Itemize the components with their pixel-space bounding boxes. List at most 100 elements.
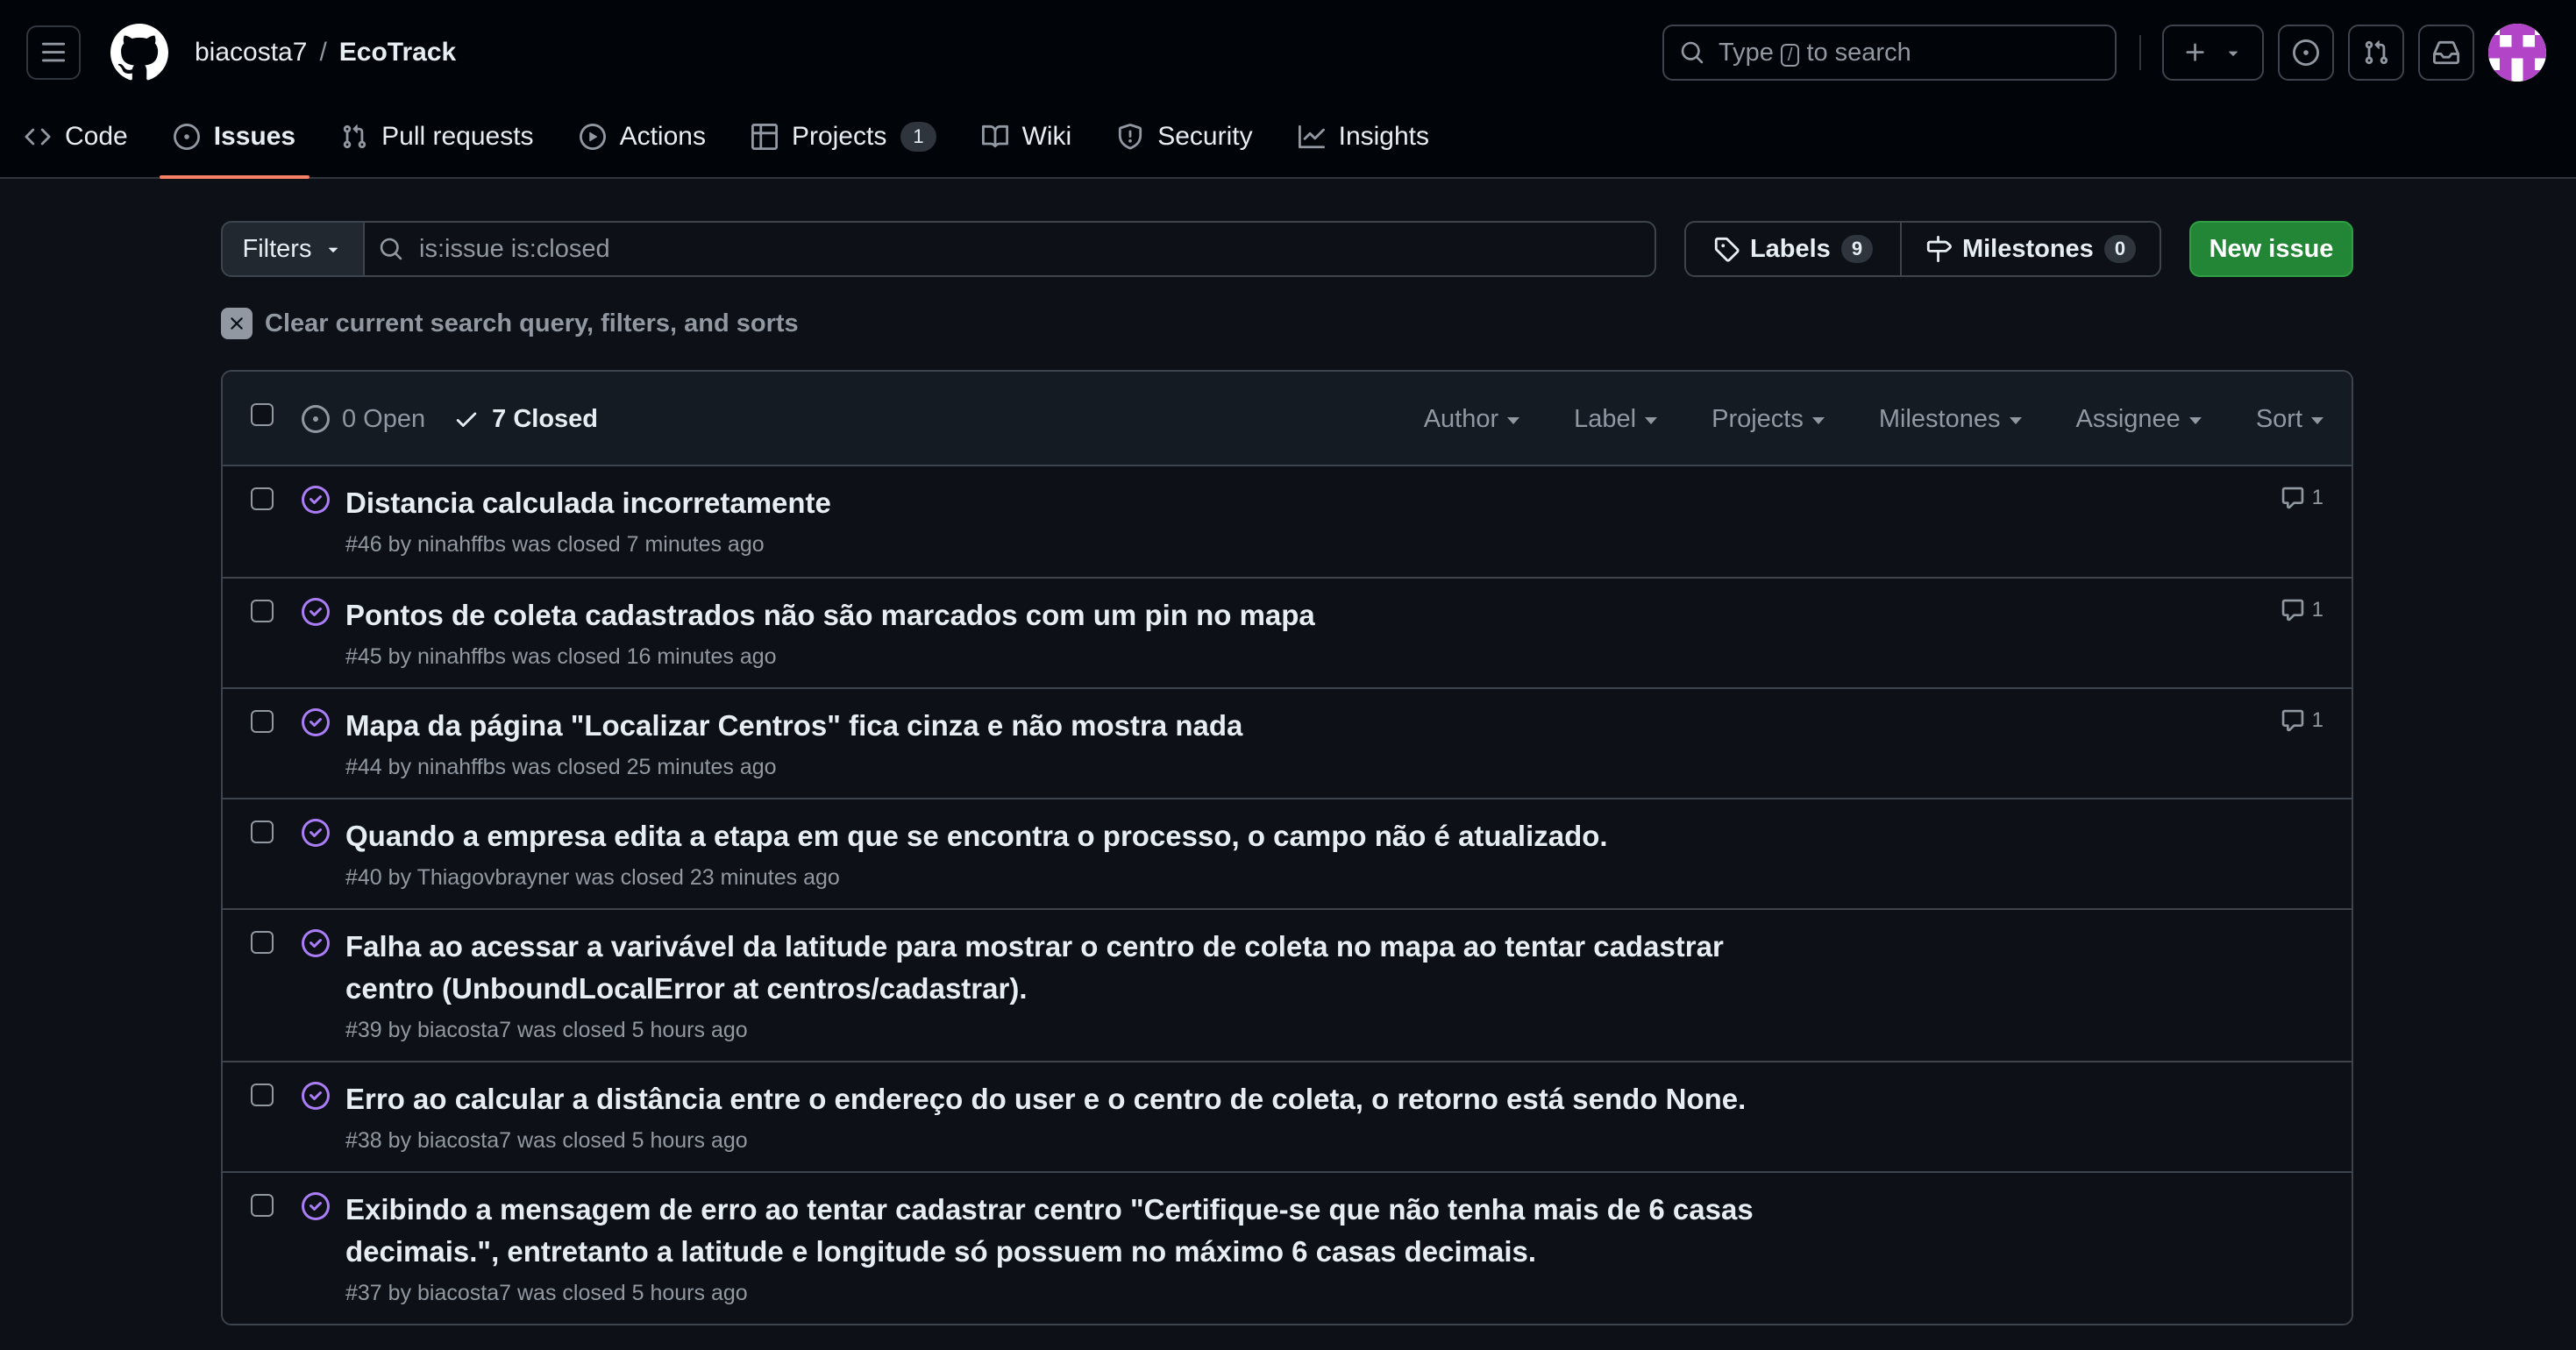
- search-icon: [1681, 41, 1704, 64]
- list-filters: Author Label Projects Milestones Assigne…: [1424, 400, 2323, 438]
- issue-checkbox[interactable]: [251, 1194, 274, 1217]
- issues-search-input[interactable]: is:issue is:closed: [365, 221, 1656, 277]
- tab-insights[interactable]: Insights: [1284, 112, 1443, 161]
- pull-requests-shortcut-button[interactable]: [2348, 25, 2404, 81]
- hamburger-icon: [41, 42, 66, 62]
- tab-security[interactable]: Security: [1103, 112, 1266, 161]
- git-pull-request-icon: [2365, 40, 2388, 65]
- projects-filter-dropdown[interactable]: Projects: [1711, 405, 1825, 434]
- tab-label: Wiki: [1021, 122, 1072, 151]
- tab-issues[interactable]: Issues: [159, 112, 310, 179]
- github-logo-icon[interactable]: [110, 24, 168, 82]
- sort-dropdown[interactable]: Sort: [2256, 405, 2323, 434]
- issues-shortcut-button[interactable]: [2278, 25, 2334, 81]
- search-shortcut-key: /: [1780, 43, 1800, 67]
- issue-author-link[interactable]: biacosta7: [417, 1128, 511, 1153]
- tab-actions[interactable]: Actions: [566, 112, 720, 161]
- tab-wiki[interactable]: Wiki: [968, 112, 1086, 161]
- book-icon: [981, 124, 1008, 148]
- issue-title-link[interactable]: Pontos de coleta cadastrados não são mar…: [345, 594, 1783, 636]
- global-search-input[interactable]: Type / to search: [1662, 25, 2117, 81]
- issue-title-link[interactable]: Falha ao acessar a varivável da latitude…: [345, 926, 1783, 1010]
- issue-closed-icon: [302, 598, 330, 626]
- issue-number: #38: [345, 1128, 382, 1153]
- tab-label: Actions: [619, 122, 706, 151]
- assignee-filter-dropdown[interactable]: Assignee: [2076, 405, 2202, 434]
- caret-down-icon: [2009, 417, 2022, 424]
- issue-author-link[interactable]: Thiagovbrayner: [417, 865, 570, 890]
- labels-count-badge: 9: [1840, 235, 1874, 263]
- issue-row: Exibindo a mensagem de erro ao tentar ca…: [223, 1171, 2352, 1324]
- issue-closed-icon: [302, 929, 330, 957]
- comment-count: 1: [2311, 708, 2323, 732]
- issue-meta: #45 by ninahffbs was closed 16 minutes a…: [345, 644, 777, 669]
- filters-label: Filters: [242, 234, 312, 263]
- comment-count: 1: [2311, 486, 2323, 509]
- issue-title-link[interactable]: Mapa da página "Localizar Centros" fica …: [345, 705, 1783, 747]
- issue-title-link[interactable]: Exibindo a mensagem de erro ao tentar ca…: [345, 1189, 1783, 1273]
- issue-author-link[interactable]: biacosta7: [417, 1018, 511, 1042]
- issue-comments-link[interactable]: 1: [2281, 486, 2323, 510]
- filters-dropdown-button[interactable]: Filters: [221, 221, 365, 277]
- issue-meta: #37 by biacosta7 was closed 5 hours ago: [345, 1281, 748, 1305]
- issue-checkbox[interactable]: [251, 487, 274, 510]
- labels-button[interactable]: Labels 9: [1686, 223, 1900, 275]
- code-icon: [25, 128, 51, 146]
- repo-owner-link[interactable]: biacosta7: [195, 38, 307, 68]
- open-issues-link[interactable]: 0 Open: [302, 405, 425, 434]
- issue-title-link[interactable]: Distancia calculada incorretamente: [345, 482, 1783, 524]
- issue-author-link[interactable]: biacosta7: [417, 1281, 511, 1305]
- tab-pull-requests[interactable]: Pull requests: [327, 112, 547, 161]
- issue-number: #39: [345, 1018, 382, 1042]
- issue-closed-icon: [302, 486, 330, 514]
- milestone-icon: [1926, 236, 1952, 262]
- create-new-button[interactable]: [2162, 25, 2264, 81]
- issue-checkbox[interactable]: [251, 600, 274, 622]
- tab-projects[interactable]: Projects 1: [737, 112, 950, 161]
- issue-checkbox[interactable]: [251, 1084, 274, 1106]
- tab-label: Security: [1157, 122, 1253, 151]
- milestones-filter-dropdown[interactable]: Milestones: [1879, 405, 2022, 434]
- issue-row: Pontos de coleta cadastrados não são mar…: [223, 577, 2352, 687]
- issue-closed-time: was closed 5 hours ago: [517, 1018, 748, 1042]
- issue-checkbox[interactable]: [251, 931, 274, 954]
- state-toggle: 0 Open 7 Closed: [302, 400, 598, 438]
- issue-meta: #38 by biacosta7 was closed 5 hours ago: [345, 1128, 748, 1153]
- repo-nav: Code Issues Pull requests Actions Projec…: [0, 112, 1450, 179]
- issue-meta: #46 by ninahffbs was closed 7 minutes ag…: [345, 532, 765, 557]
- repo-name-link[interactable]: EcoTrack: [339, 38, 456, 68]
- select-all-checkbox[interactable]: [251, 403, 274, 426]
- menu-button[interactable]: [26, 25, 81, 80]
- labels-milestones-group: Labels 9 Milestones 0: [1684, 221, 2161, 277]
- issue-opened-icon: [173, 124, 200, 150]
- issue-title-link[interactable]: Erro ao calcular a distância entre o end…: [345, 1078, 1783, 1120]
- issue-meta: #39 by biacosta7 was closed 5 hours ago: [345, 1018, 748, 1042]
- clear-filters-link[interactable]: Clear current search query, filters, and…: [221, 307, 799, 340]
- closed-issues-link[interactable]: 7 Closed: [453, 405, 598, 434]
- open-count-label: 0 Open: [342, 404, 426, 433]
- tab-code[interactable]: Code: [11, 112, 142, 161]
- tab-label: Issues: [213, 122, 296, 151]
- new-issue-button[interactable]: New issue: [2189, 221, 2353, 277]
- issue-title-link[interactable]: Quando a empresa edita a etapa em que se…: [345, 815, 1783, 857]
- breadcrumb-separator: /: [319, 38, 327, 67]
- comment-count: 1: [2311, 598, 2323, 622]
- issue-closed-time: was closed 5 hours ago: [517, 1128, 748, 1153]
- author-filter-dropdown[interactable]: Author: [1424, 405, 1520, 434]
- issue-row: Falha ao acessar a varivável da latitude…: [223, 908, 2352, 1061]
- issue-author-link[interactable]: ninahffbs: [417, 532, 506, 557]
- milestones-button[interactable]: Milestones 0: [1900, 223, 2160, 275]
- closed-count-label: 7 Closed: [492, 404, 599, 433]
- filter-bar: Filters is:issue is:closed: [221, 221, 1656, 277]
- inbox-button[interactable]: [2418, 25, 2474, 81]
- issue-checkbox[interactable]: [251, 710, 274, 733]
- label-filter-dropdown[interactable]: Label: [1574, 405, 1658, 434]
- issue-author-link[interactable]: ninahffbs: [417, 644, 506, 669]
- issue-number: #40: [345, 865, 382, 890]
- issue-comments-link[interactable]: 1: [2281, 598, 2323, 622]
- avatar[interactable]: [2488, 24, 2546, 82]
- issue-checkbox[interactable]: [251, 821, 274, 843]
- git-pull-request-icon: [343, 124, 366, 149]
- issue-comments-link[interactable]: 1: [2281, 708, 2323, 733]
- issue-author-link[interactable]: ninahffbs: [417, 755, 506, 779]
